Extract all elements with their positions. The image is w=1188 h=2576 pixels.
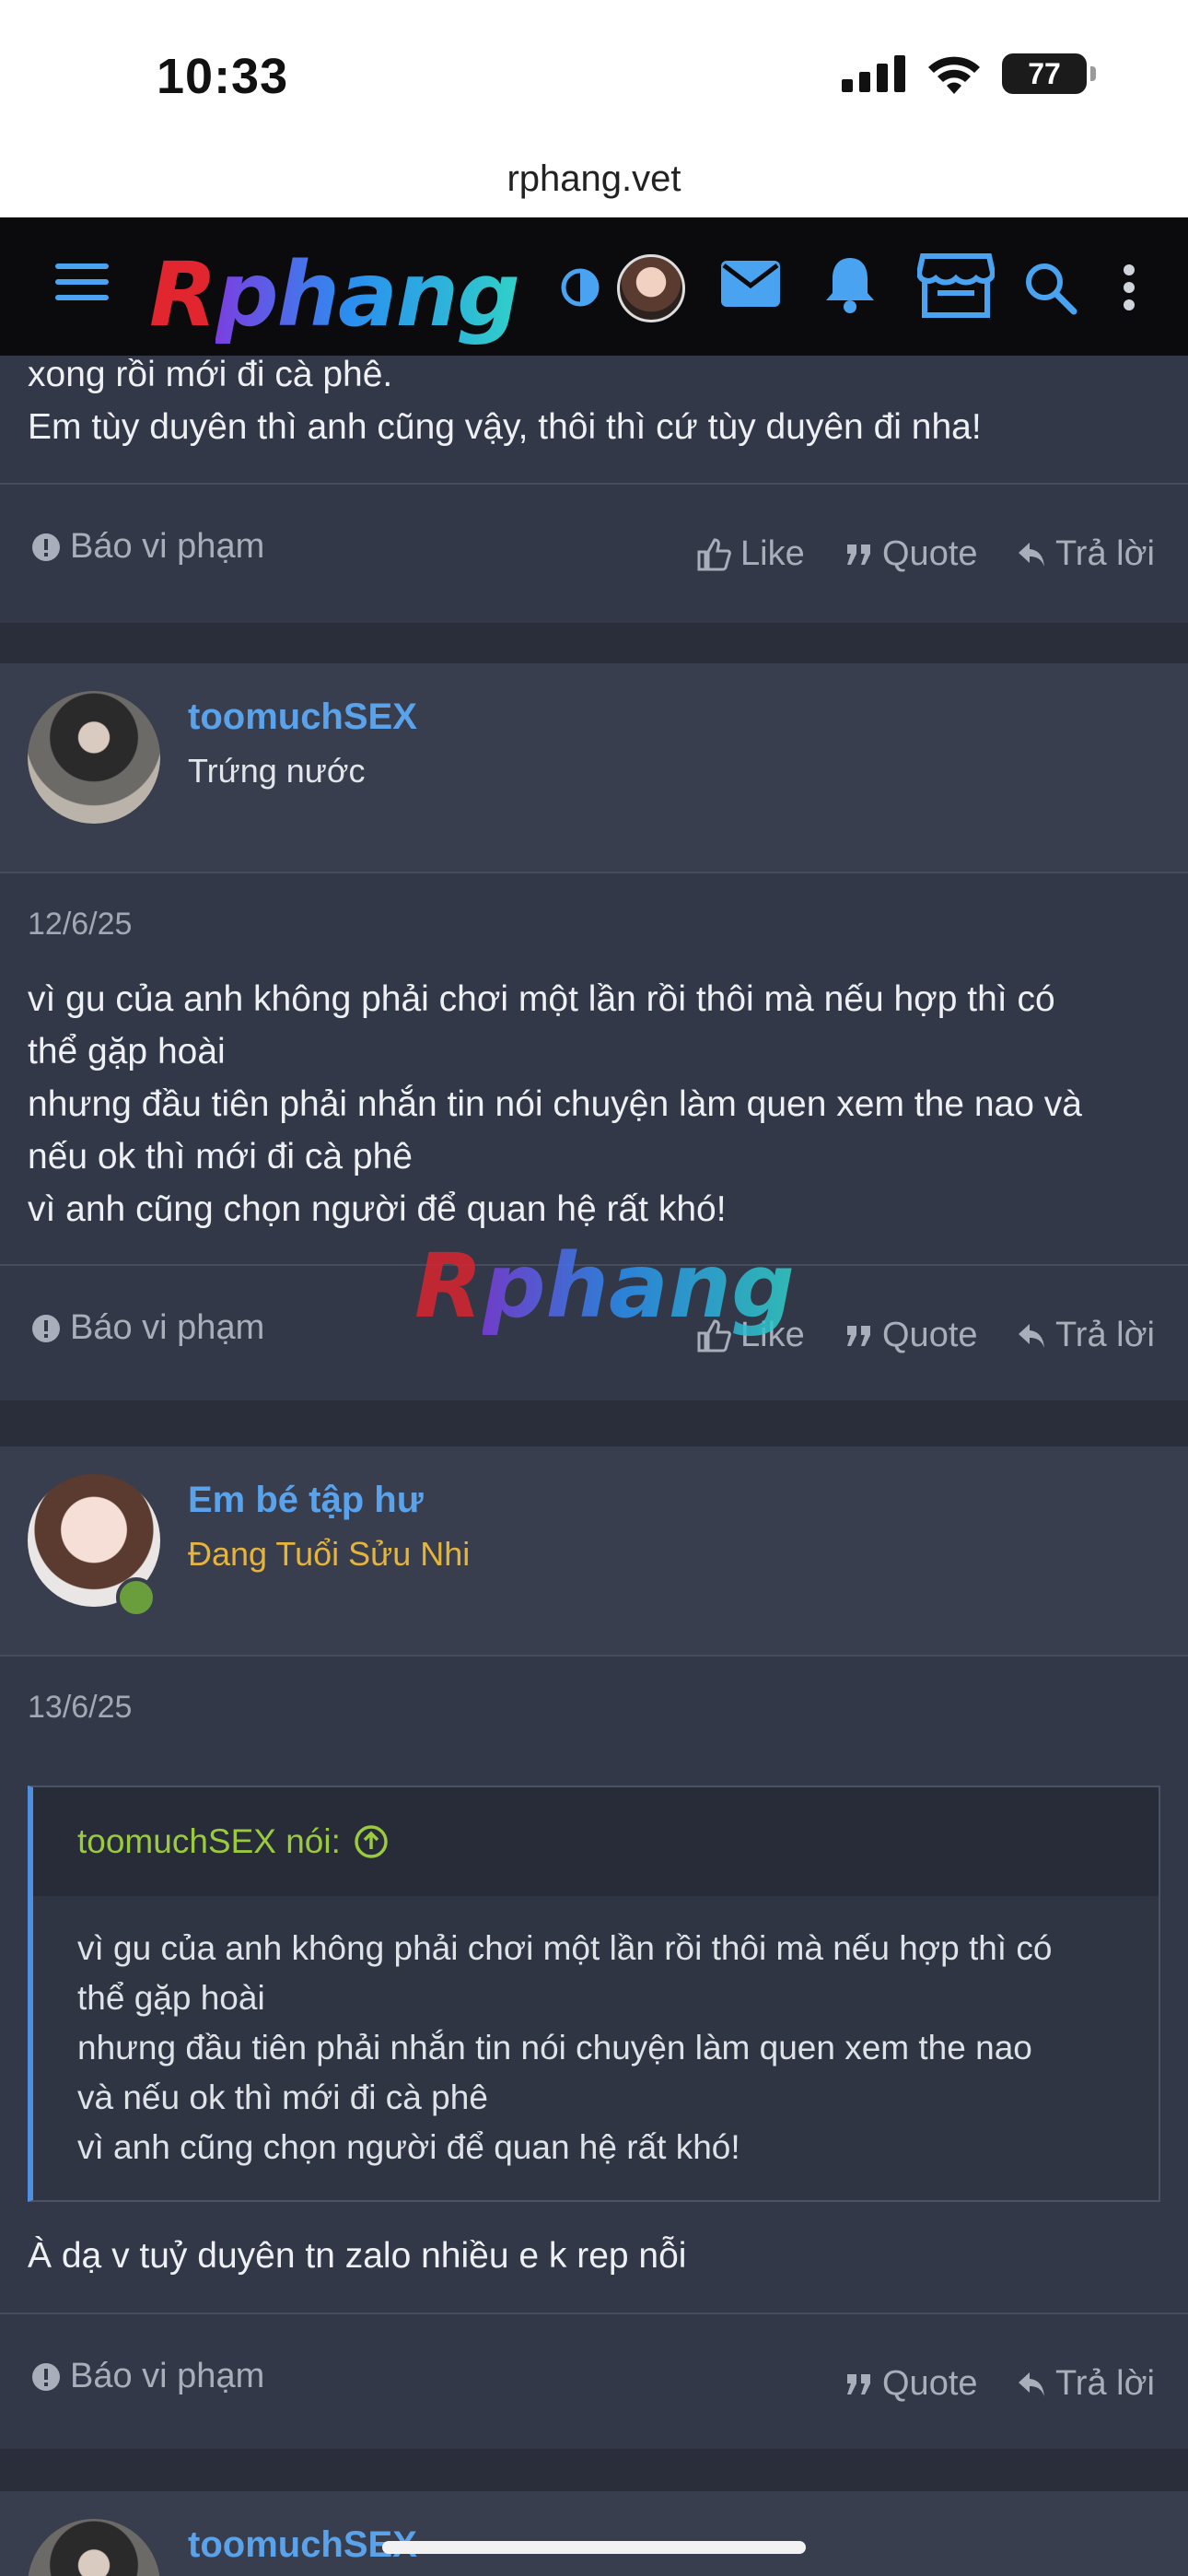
post-user-block bbox=[0, 2491, 1188, 2576]
reply-button[interactable]: Trả lời bbox=[1017, 1316, 1155, 1355]
report-button[interactable]: Báo vi phạm bbox=[31, 1308, 264, 1348]
post-text-line: vì gu của anh không phải chơi một lần rồ… bbox=[28, 979, 1055, 1019]
quote-author: toomuchSEX nói: bbox=[77, 1822, 341, 1860]
report-button[interactable]: Báo vi phạm bbox=[31, 527, 264, 567]
alert-icon bbox=[32, 2362, 60, 2391]
status-time: 10:33 bbox=[157, 49, 289, 104]
report-button[interactable]: Báo vi phạm bbox=[31, 2357, 264, 2396]
reply-button[interactable]: Trả lời bbox=[1017, 2364, 1155, 2404]
divider bbox=[0, 483, 1188, 485]
quote-label: Quote bbox=[882, 534, 978, 573]
reply-label: Trả lời bbox=[1055, 534, 1155, 573]
post-text-line: thể gặp hoài bbox=[28, 1032, 226, 1071]
post-text-line: nếu ok thì mới đi cà phê bbox=[28, 1137, 413, 1177]
post-body: vì gu của anh không phải chơi một lần rồ… bbox=[28, 973, 1170, 1235]
divider bbox=[0, 2313, 1188, 2314]
avatar[interactable] bbox=[617, 254, 685, 322]
menu-icon[interactable] bbox=[55, 260, 111, 304]
quote-text-line: và nếu ok thì mới đi cà phê bbox=[77, 2078, 488, 2116]
status-icons: 77 bbox=[842, 53, 1096, 94]
post-text-line: nhưng đầu tiên phải nhắn tin nói chuyện … bbox=[28, 1084, 1082, 1124]
quote-label: Quote bbox=[882, 2364, 978, 2403]
quote-text-line: nhưng đầu tiên phải nhắn tin nói chuyện … bbox=[77, 2029, 1032, 2067]
theme-toggle-icon[interactable] bbox=[560, 267, 600, 308]
home-indicator[interactable] bbox=[382, 2541, 806, 2554]
post-date[interactable]: 13/6/25 bbox=[28, 1690, 132, 1726]
like-button[interactable]: Like bbox=[696, 534, 805, 574]
post-body: xong rồi mới đi cà phê. Em tùy duyên thì… bbox=[28, 348, 1170, 453]
username[interactable]: Em bé tập hư bbox=[188, 1480, 424, 1521]
quote-icon bbox=[847, 1325, 870, 1346]
post-text-line: vì anh cũng chọn người để quan hệ rất kh… bbox=[28, 1189, 727, 1229]
reply-button[interactable]: Trả lời bbox=[1017, 534, 1155, 574]
post-text-line: xong rồi mới đi cà phê. bbox=[28, 355, 393, 394]
status-bar: 10:33 77 bbox=[0, 0, 1188, 157]
quote-button[interactable]: Quote bbox=[845, 1316, 978, 1355]
wifi-icon bbox=[928, 56, 980, 94]
post-body: À dạ v tuỷ duyên tn zalo nhiều e k rep n… bbox=[28, 2236, 687, 2276]
reply-icon bbox=[1019, 2371, 1044, 2396]
reply-icon bbox=[1019, 1323, 1044, 1348]
url-text[interactable]: rphang.vet bbox=[0, 158, 1188, 200]
quote-icon bbox=[847, 544, 870, 565]
thumbs-up-icon bbox=[697, 537, 731, 570]
alert-icon bbox=[32, 1314, 60, 1342]
quote-text-line: thể gặp hoài bbox=[77, 1979, 265, 2017]
post-separator bbox=[0, 623, 1188, 663]
alert-icon bbox=[32, 533, 60, 561]
search-icon[interactable] bbox=[1022, 260, 1077, 315]
store-icon[interactable] bbox=[917, 252, 995, 319]
quote-button[interactable]: Quote bbox=[845, 534, 978, 574]
avatar[interactable] bbox=[28, 691, 160, 824]
post-user-block bbox=[0, 1446, 1188, 1655]
reply-label: Trả lời bbox=[1055, 1316, 1155, 1354]
site-logo[interactable]: Rphang bbox=[149, 243, 520, 346]
arrow-up-circle-icon[interactable] bbox=[354, 1824, 389, 1859]
post-date[interactable]: 12/6/25 bbox=[28, 907, 132, 943]
quote-body: vì gu của anh không phải chơi một lần rồ… bbox=[33, 1896, 1159, 2195]
online-status-icon bbox=[116, 1577, 157, 1618]
cellular-signal-icon bbox=[842, 55, 905, 92]
reply-label: Trả lời bbox=[1055, 2364, 1155, 2403]
bell-icon[interactable] bbox=[823, 254, 877, 313]
report-label: Báo vi phạm bbox=[70, 527, 265, 566]
quote-text-line: vì anh cũng chọn người để quan hệ rất kh… bbox=[77, 2128, 740, 2166]
post-separator bbox=[0, 1400, 1188, 1446]
report-label: Báo vi phạm bbox=[70, 1308, 265, 1347]
mail-icon[interactable] bbox=[720, 260, 781, 308]
like-label: Like bbox=[740, 534, 805, 573]
reply-icon bbox=[1019, 542, 1044, 567]
post-text-line: Em tùy duyên thì anh cũng vậy, thôi thì … bbox=[28, 407, 982, 447]
battery-indicator: 77 bbox=[1002, 53, 1096, 94]
user-title: Trứng nước bbox=[188, 752, 366, 790]
quote-text-line: vì gu của anh không phải chơi một lần rồ… bbox=[77, 1929, 1053, 1967]
quote-button[interactable]: Quote bbox=[845, 2364, 978, 2404]
quote-icon bbox=[847, 2373, 870, 2395]
post-user-block bbox=[0, 663, 1188, 872]
user-title: Đang Tuổi Sửu Nhi bbox=[188, 1535, 471, 1573]
quote-header[interactable]: toomuchSEX nói: bbox=[33, 1787, 1159, 1896]
watermark-logo: Rphang bbox=[414, 1235, 795, 1338]
username[interactable]: toomuchSEX bbox=[188, 697, 417, 738]
post-separator bbox=[0, 2449, 1188, 2491]
quote-label: Quote bbox=[882, 1316, 978, 1354]
report-label: Báo vi phạm bbox=[70, 2357, 265, 2395]
quote-block: toomuchSEX nói: vì gu của anh không phải… bbox=[28, 1786, 1160, 2202]
more-vertical-icon[interactable] bbox=[1122, 263, 1136, 311]
